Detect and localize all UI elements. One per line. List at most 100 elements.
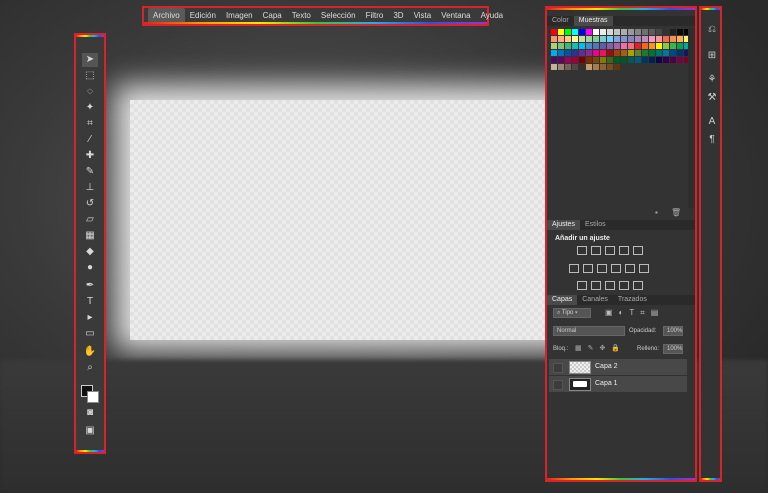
color-swatch[interactable] (662, 49, 669, 56)
color-swatch[interactable] (641, 28, 648, 35)
color-swatch[interactable] (564, 63, 571, 70)
color-swatch[interactable] (648, 28, 655, 35)
color-swatch[interactable] (564, 56, 571, 63)
new-swatch-icon[interactable]: ▪ (655, 208, 658, 217)
color-swatch[interactable] (571, 63, 578, 70)
menu-item-selección[interactable]: Selección (316, 8, 361, 23)
adjustment-icon[interactable] (577, 281, 587, 290)
color-swatch[interactable] (564, 49, 571, 56)
zoom-tool-icon[interactable]: ⌕ (82, 361, 98, 375)
tab-channels[interactable]: Canales (577, 295, 613, 305)
color-swatch[interactable] (655, 28, 662, 35)
color-swatch[interactable] (662, 42, 669, 49)
color-swatch[interactable] (634, 35, 641, 42)
delete-swatch-icon[interactable]: 🗑 (671, 208, 681, 217)
adjustment-icon[interactable] (591, 246, 601, 255)
color-swatch[interactable] (585, 28, 592, 35)
color-swatch[interactable] (641, 42, 648, 49)
blend-mode-select[interactable]: Normal (553, 326, 625, 336)
adjustment-icon[interactable] (583, 264, 593, 273)
layer-filter-select[interactable]: ⌕ Tipo ▾ (553, 308, 591, 318)
color-swatch[interactable] (578, 56, 585, 63)
color-swatch[interactable] (585, 63, 592, 70)
swatch-scrollbar[interactable] (688, 28, 695, 208)
color-swatch[interactable] (578, 42, 585, 49)
color-swatch[interactable] (662, 28, 669, 35)
shape-tool-icon[interactable]: ▭ (82, 327, 98, 341)
magic-wand-tool-icon[interactable]: ✦ (82, 101, 98, 115)
marquee-tool-icon[interactable]: ⬚ (82, 69, 98, 83)
background-color-swatch[interactable] (87, 391, 99, 403)
color-swatch[interactable] (599, 42, 606, 49)
opacity-input[interactable]: 100% (663, 326, 683, 336)
color-swatch[interactable] (557, 28, 564, 35)
color-swatch[interactable] (655, 49, 662, 56)
fill-input[interactable]: 100% (663, 344, 683, 354)
color-swatch[interactable] (564, 28, 571, 35)
color-swatch[interactable] (571, 35, 578, 42)
adjustment-icon[interactable] (569, 264, 579, 273)
color-swatch[interactable] (669, 42, 676, 49)
color-swatch[interactable] (676, 35, 683, 42)
quick-mask-icon[interactable]: ◙ (82, 406, 98, 420)
color-swatch[interactable] (634, 56, 641, 63)
adjustment-icon[interactable] (611, 264, 621, 273)
menu-item-ayuda[interactable]: Ayuda (476, 8, 509, 23)
layer-filter-icons[interactable]: ▣◐T⌗▤ (605, 308, 664, 318)
screen-mode-icon[interactable]: ▣ (82, 424, 98, 438)
color-swatch[interactable] (634, 42, 641, 49)
color-swatch[interactable] (648, 56, 655, 63)
color-swatch[interactable] (592, 28, 599, 35)
color-swatch[interactable] (599, 35, 606, 42)
tool-presets-icon[interactable]: ⚒ (706, 92, 718, 104)
color-swatch[interactable] (592, 49, 599, 56)
color-swatch[interactable] (662, 56, 669, 63)
color-swatch[interactable] (550, 42, 557, 49)
color-swatch[interactable] (571, 28, 578, 35)
color-swatch[interactable] (592, 63, 599, 70)
color-swatch[interactable] (627, 35, 634, 42)
color-swatch[interactable] (592, 42, 599, 49)
color-swatch[interactable] (662, 35, 669, 42)
brush-tool-icon[interactable]: ✎ (82, 165, 98, 179)
color-swatch[interactable] (550, 35, 557, 42)
move-tool-icon[interactable]: ➤ (82, 53, 98, 67)
color-swatch[interactable] (599, 63, 606, 70)
adjustment-icon[interactable] (605, 246, 615, 255)
color-swatch[interactable] (571, 42, 578, 49)
color-swatch[interactable] (634, 49, 641, 56)
color-swatch[interactable] (641, 49, 648, 56)
menu-item-texto[interactable]: Texto (287, 8, 316, 23)
blur-tool-icon[interactable]: ◆ (82, 245, 98, 259)
color-swatch[interactable] (669, 35, 676, 42)
adjustment-icon[interactable] (619, 281, 629, 290)
color-swatch[interactable] (557, 56, 564, 63)
color-swatch[interactable] (606, 63, 613, 70)
layer-row-capa-1[interactable]: Capa 1 (549, 376, 687, 393)
color-swatch[interactable] (676, 42, 683, 49)
menu-item-filtro[interactable]: Filtro (361, 8, 389, 23)
color-swatch[interactable] (627, 49, 634, 56)
properties-icon[interactable]: ⊞ (706, 50, 718, 62)
color-swatch[interactable] (627, 56, 634, 63)
color-swatch[interactable] (599, 49, 606, 56)
color-swatch[interactable] (550, 28, 557, 35)
adjustment-icon[interactable] (639, 264, 649, 273)
color-swatch[interactable] (564, 35, 571, 42)
color-swatch[interactable] (557, 42, 564, 49)
color-swatch[interactable] (606, 42, 613, 49)
lasso-tool-icon[interactable]: ◌ (82, 85, 98, 99)
hand-tool-icon[interactable]: ✋ (82, 345, 98, 359)
color-swatch[interactable] (641, 35, 648, 42)
color-swatch[interactable] (669, 28, 676, 35)
color-swatch[interactable] (550, 56, 557, 63)
color-swatch[interactable] (669, 49, 676, 56)
color-swatch[interactable] (585, 49, 592, 56)
adjustment-icon[interactable] (625, 264, 635, 273)
adjustment-icon[interactable] (633, 246, 643, 255)
color-swatch[interactable] (606, 28, 613, 35)
eyedropper-tool-icon[interactable]: ⁄ (82, 133, 98, 147)
color-swatch[interactable] (557, 63, 564, 70)
color-swatch[interactable] (648, 35, 655, 42)
adjustment-icon[interactable] (605, 281, 615, 290)
